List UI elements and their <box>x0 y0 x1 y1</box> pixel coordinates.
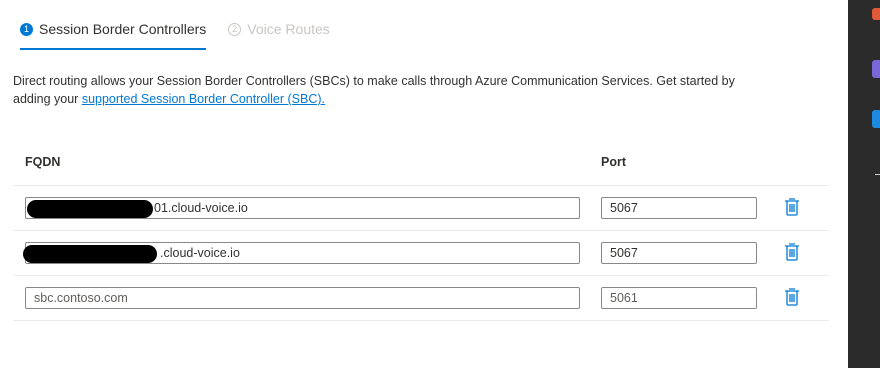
delete-row-button[interactable] <box>783 242 801 262</box>
tab-label: Session Border Controllers <box>39 21 207 37</box>
redaction-mark <box>27 200 153 218</box>
trash-icon <box>785 243 799 261</box>
table-header: FQDN Port <box>13 140 829 186</box>
port-input[interactable] <box>601 197 757 219</box>
wizard-tabs: 1 Session Border Controllers 2 Voice Rou… <box>20 14 330 52</box>
description-text: Direct routing allows your Session Borde… <box>13 72 753 108</box>
supported-sbc-link[interactable]: supported Session Border Controller (SBC… <box>82 92 325 106</box>
port-input[interactable] <box>601 287 757 309</box>
fqdn-input[interactable] <box>25 287 580 309</box>
sbc-table: FQDN Port <box>13 140 829 321</box>
table-row <box>13 186 829 231</box>
table-row <box>13 231 829 276</box>
rail-divider <box>875 174 880 175</box>
trash-icon <box>785 288 799 306</box>
column-header-fqdn: FQDN <box>25 155 61 169</box>
column-header-port: Port <box>601 155 626 169</box>
page: 1 Session Border Controllers 2 Voice Rou… <box>0 0 880 368</box>
side-rail <box>848 0 880 368</box>
step-number-badge: 2 <box>228 22 242 36</box>
redaction-mark <box>23 245 157 263</box>
teams-icon[interactable] <box>872 60 880 78</box>
tab-voice-routes[interactable]: 2 Voice Routes <box>228 14 330 44</box>
delete-row-button[interactable] <box>783 197 801 217</box>
tab-label: Voice Routes <box>247 21 330 37</box>
table-row <box>13 276 829 321</box>
delete-row-button[interactable] <box>783 287 801 307</box>
app-icon[interactable] <box>872 8 880 20</box>
step-number-badge: 1 <box>20 22 33 36</box>
main-content: 1 Session Border Controllers 2 Voice Rou… <box>0 0 848 368</box>
trash-icon <box>785 198 799 216</box>
outlook-icon[interactable] <box>872 110 880 128</box>
port-input[interactable] <box>601 242 757 264</box>
tab-session-border-controllers[interactable]: 1 Session Border Controllers <box>20 14 207 50</box>
